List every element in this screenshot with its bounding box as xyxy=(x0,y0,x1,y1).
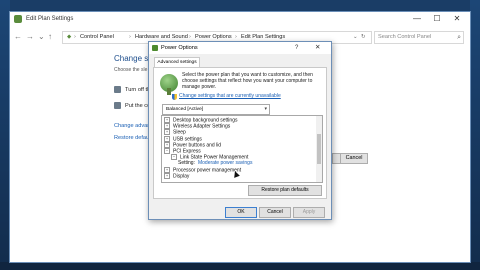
dropdown-chevron-icon[interactable]: ⌄ xyxy=(353,32,358,43)
up-arrow-icon[interactable]: ↑ xyxy=(48,31,52,43)
plan-select-value: Balanced [Active] xyxy=(166,107,204,112)
desktop-left xyxy=(0,0,10,270)
tree-item[interactable]: Setting: Moderate power savings xyxy=(178,160,252,166)
taskbar xyxy=(0,262,480,270)
settings-tree[interactable]: + Desktop background settings + Wireless Ad… xyxy=(161,115,323,183)
expand-toggle-icon[interactable]: + xyxy=(164,172,170,179)
tree-item-label: Setting: xyxy=(178,160,195,167)
panel-description: Select the power plan that you want to c… xyxy=(182,72,313,91)
dialog-title-bar[interactable]: Power Options ? ✕ xyxy=(149,42,331,54)
chevron-down-icon: ▾ xyxy=(264,106,267,112)
crumb-separator: › xyxy=(129,34,131,40)
turn-off-display-row: Turn off th xyxy=(114,86,150,93)
refresh-icon[interactable]: ↻ xyxy=(361,32,366,43)
monitor-icon xyxy=(114,86,121,93)
tree-item[interactable]: + Display xyxy=(164,172,190,180)
close-button[interactable]: ✕ xyxy=(450,12,464,26)
expand-toggle-icon[interactable]: + xyxy=(164,129,170,136)
dialog-close-button[interactable]: ✕ xyxy=(315,42,320,54)
recent-chevron-icon[interactable]: ⌄ xyxy=(38,31,45,43)
control-panel-crumb-icon: ◆ xyxy=(67,34,72,40)
expand-toggle-icon[interactable]: − xyxy=(164,148,170,154)
dialog-title: Power Options xyxy=(161,45,198,51)
change-advanced-link[interactable]: Change advan xyxy=(114,123,150,129)
tree-item-label: Display xyxy=(173,173,190,180)
window-title: Edit Plan Settings xyxy=(26,16,74,22)
desktop-right xyxy=(470,0,480,270)
search-icon: ⌕ xyxy=(457,34,461,41)
expand-toggle-icon[interactable]: + xyxy=(164,166,170,173)
dialog-cancel-button[interactable]: Cancel xyxy=(259,207,291,218)
crumb-separator: › xyxy=(74,34,76,40)
back-arrow-icon[interactable]: ← xyxy=(14,31,22,43)
search-placeholder: Search Control Panel xyxy=(378,34,432,40)
cancel-button[interactable]: Cancel xyxy=(340,153,368,164)
setting-value-link[interactable]: Moderate power savings xyxy=(198,160,252,166)
power-options-dialog: Power Options ? ✕ Advanced settings Sele… xyxy=(148,41,332,220)
ok-button[interactable]: OK xyxy=(225,207,257,218)
tree-scrollbar[interactable] xyxy=(316,116,322,182)
expand-toggle-icon[interactable]: + xyxy=(164,123,170,130)
crumb-control-panel[interactable]: Control Panel xyxy=(80,32,114,43)
sleep-label: Put the co xyxy=(125,102,151,109)
expand-toggle-icon[interactable]: − xyxy=(171,154,177,161)
control-panel-icon xyxy=(14,15,22,23)
advanced-settings-panel: Select the power plan that you want to c… xyxy=(153,67,327,199)
restore-plan-defaults-button[interactable]: Restore plan defaults xyxy=(248,185,322,196)
search-box[interactable]: Search Control Panel ⌕ xyxy=(374,31,464,44)
minimize-button[interactable]: — xyxy=(410,12,424,26)
power-options-icon xyxy=(152,45,158,51)
turn-off-display-label: Turn off th xyxy=(125,86,151,93)
help-button[interactable]: ? xyxy=(295,42,298,54)
sleep-icon xyxy=(114,102,121,109)
title-bar[interactable]: Edit Plan Settings — ☐ ✕ xyxy=(10,12,470,26)
expand-toggle-icon[interactable]: + xyxy=(164,117,170,123)
page-subheading: Choose the sle xyxy=(114,67,148,73)
scrollbar-thumb[interactable] xyxy=(317,134,321,164)
uac-shield-icon xyxy=(172,94,177,100)
restore-defaults-link[interactable]: Restore defaul xyxy=(114,135,150,141)
expand-toggle-icon[interactable]: + xyxy=(164,141,170,148)
sleep-row: Put the co xyxy=(114,102,150,109)
forward-arrow-icon[interactable]: → xyxy=(26,31,34,43)
maximize-button[interactable]: ☐ xyxy=(430,12,444,26)
change-unavailable-settings-link[interactable]: Change settings that are currently unava… xyxy=(179,93,281,99)
plan-select[interactable]: Balanced [Active] ▾ xyxy=(162,104,270,115)
expand-toggle-icon[interactable]: + xyxy=(164,135,170,142)
apply-button[interactable]: Apply xyxy=(293,207,325,218)
power-plan-icon xyxy=(160,74,178,95)
